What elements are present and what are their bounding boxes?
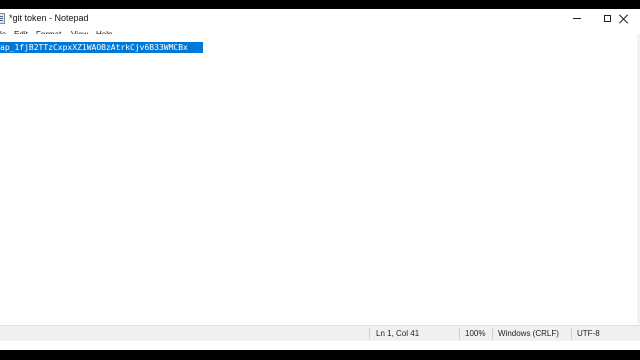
window-title: *git token - Notepad — [9, 13, 89, 23]
close-button[interactable] — [608, 9, 640, 28]
line-ending: Windows (CRLF) — [498, 329, 559, 338]
status-divider — [369, 328, 370, 339]
cursor-position: Ln 1, Col 41 — [376, 329, 420, 338]
title-bar[interactable]: *git token - Notepad — [0, 9, 640, 28]
status-divider — [492, 328, 493, 339]
zoom-level: 100% — [465, 329, 486, 338]
status-divider — [459, 328, 460, 339]
minimize-icon — [573, 18, 581, 19]
status-divider — [571, 328, 572, 339]
text-editor-area[interactable]: ap_1fjB2TTzCxpxXZ1WAOBzAtrkCjv6B33WMCBx — [0, 34, 637, 324]
encoding: UTF-8 — [577, 329, 600, 338]
selected-text[interactable]: ap_1fjB2TTzCxpxXZ1WAOBzAtrkCjv6B33WMCBx — [0, 42, 203, 53]
close-icon — [619, 14, 629, 24]
notepad-icon — [0, 13, 5, 24]
status-bar: Ln 1, Col 41 100% Windows (CRLF) UTF-8 — [0, 325, 640, 341]
minimize-button[interactable] — [561, 9, 593, 28]
